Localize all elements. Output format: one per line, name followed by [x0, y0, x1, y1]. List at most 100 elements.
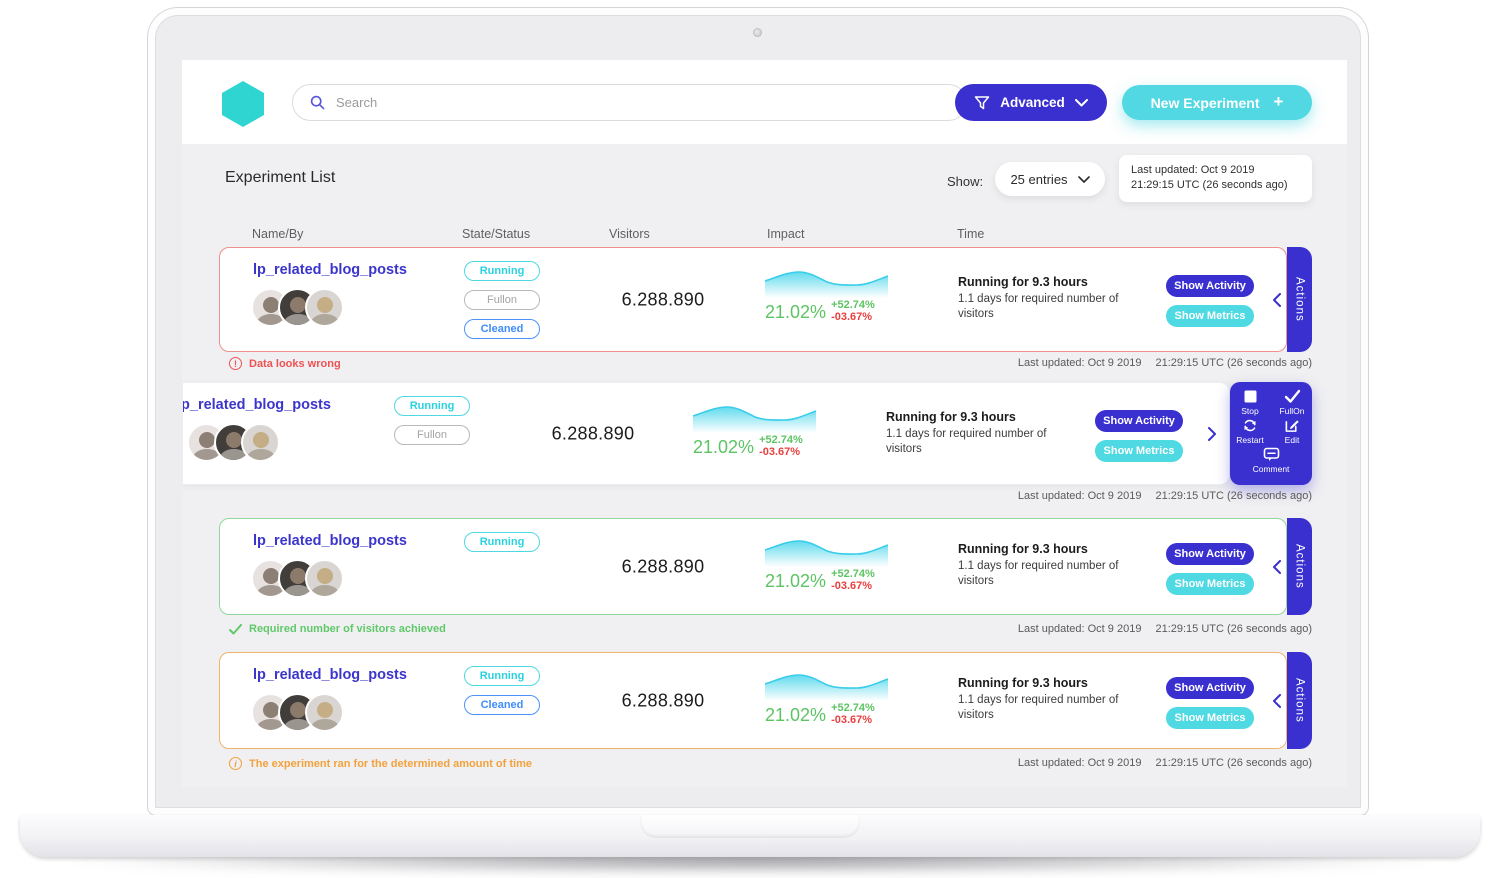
column-header-name[interactable]: Name/By: [252, 227, 303, 241]
time-primary: Running for 9.3 hours: [958, 676, 1120, 690]
chevron-right-icon[interactable]: [1205, 426, 1219, 442]
restart-action[interactable]: Restart: [1234, 418, 1266, 445]
avatar-group: [251, 559, 344, 598]
search-input[interactable]: [336, 95, 896, 110]
status-badge-running[interactable]: Running: [464, 261, 540, 281]
show-activity-button[interactable]: Show Activity: [1095, 410, 1183, 432]
global-last-updated-card: Last updated: Oct 9 2019 21:29:15 UTC (2…: [1119, 155, 1312, 202]
row-status-message: Required number of visitors achieved: [229, 623, 446, 635]
actions-tab-label: Actions: [1294, 678, 1306, 723]
actions-tab[interactable]: Actions: [1287, 518, 1312, 615]
status-badge-running[interactable]: Running: [464, 532, 540, 552]
show-activity-button[interactable]: Show Activity: [1166, 677, 1254, 699]
time-secondary: 1.1 days for required number of visitors: [958, 693, 1120, 723]
search-box[interactable]: [292, 84, 967, 121]
show-activity-button[interactable]: Show Activity: [1166, 543, 1254, 565]
avatar-group: [187, 423, 280, 462]
row-last-updated: Last updated: Oct 9 201921:29:15 UTC (26…: [1018, 357, 1312, 369]
time-block: Running for 9.3 hours 1.1 days for requi…: [958, 275, 1120, 322]
row-buttons: Show Activity Show Metrics: [1166, 543, 1254, 595]
impact-sparkline-chart: [765, 537, 888, 567]
experiment-row-expanded: lp_related_blog_posts Running Fullon 6.2…: [182, 382, 1230, 485]
impact-main-value: 21.02%: [765, 302, 826, 323]
fullon-action[interactable]: FullOn: [1276, 389, 1308, 416]
impact-down-value: -03.67%: [831, 714, 875, 726]
show-label: Show:: [947, 174, 983, 189]
chevron-down-icon: [1075, 99, 1088, 107]
restart-label: Restart: [1236, 435, 1263, 445]
row-last-updated: Last updated: Oct 9 201921:29:15 UTC (26…: [1018, 490, 1312, 502]
status-badge-running[interactable]: Running: [394, 396, 470, 416]
impact-up-value: +52.74%: [759, 434, 803, 446]
laptop-base: [20, 815, 1480, 857]
status-badges: Running Fullon Cleaned: [464, 261, 540, 339]
status-text: Data looks wrong: [249, 358, 341, 370]
status-badge-cleaned[interactable]: Cleaned: [464, 695, 540, 715]
error-icon: !: [229, 357, 242, 370]
last-updated-time: 21:29:15 UTC (26 seconds ago): [1155, 490, 1312, 502]
app-screen: Advanced New Experiment + Experiment Lis…: [182, 60, 1347, 787]
info-icon: i: [229, 757, 242, 770]
chevron-left-icon[interactable]: [1270, 559, 1284, 575]
column-header-visitors[interactable]: Visitors: [609, 227, 650, 241]
last-updated-time: 21:29:15 UTC (26 seconds ago): [1155, 623, 1312, 635]
new-experiment-button[interactable]: New Experiment +: [1122, 85, 1312, 120]
column-header-impact[interactable]: Impact: [767, 227, 805, 241]
chevron-left-icon[interactable]: [1270, 292, 1284, 308]
status-badges: Running Cleaned: [464, 666, 540, 715]
impact-up-value: +52.74%: [831, 702, 875, 714]
impact-block: 21.02% +52.74% -03.67%: [765, 268, 891, 323]
advanced-label: Advanced: [1000, 95, 1065, 110]
restart-icon: [1242, 418, 1258, 433]
status-badge-cleaned[interactable]: Cleaned: [464, 319, 540, 339]
stop-action[interactable]: Stop: [1234, 389, 1266, 416]
time-secondary: 1.1 days for required number of visitors: [958, 292, 1120, 322]
time-primary: Running for 9.3 hours: [886, 410, 1048, 424]
show-metrics-button[interactable]: Show Metrics: [1166, 305, 1254, 327]
impact-main-value: 21.02%: [765, 705, 826, 726]
chevron-down-icon: [1078, 176, 1090, 183]
impact-sparkline-chart: [765, 671, 888, 701]
impact-up-value: +52.74%: [831, 299, 875, 311]
laptop-base-notch: [640, 815, 860, 838]
experiment-name-link[interactable]: lp_related_blog_posts: [253, 533, 407, 549]
entries-dropdown[interactable]: 25 entries: [995, 162, 1105, 196]
status-badges: Running: [464, 532, 540, 552]
show-metrics-button[interactable]: Show Metrics: [1166, 707, 1254, 729]
show-metrics-button[interactable]: Show Metrics: [1166, 573, 1254, 595]
column-header-state[interactable]: State/Status: [462, 227, 530, 241]
last-updated-date: Last updated: Oct 9 2019: [1018, 357, 1142, 369]
column-header-time[interactable]: Time: [957, 227, 984, 241]
experiment-name-link[interactable]: lp_related_blog_posts: [253, 262, 407, 278]
edit-label: Edit: [1285, 435, 1300, 445]
actions-tab[interactable]: Actions: [1287, 652, 1312, 749]
advanced-filter-button[interactable]: Advanced: [955, 84, 1107, 121]
stop-icon: [1243, 389, 1258, 404]
status-badge-fullon[interactable]: Fullon: [394, 425, 470, 445]
check-icon: [229, 624, 242, 635]
status-text: The experiment ran for the determined am…: [249, 758, 532, 770]
impact-block: 21.02% +52.74% -03.67%: [693, 403, 819, 458]
show-activity-button[interactable]: Show Activity: [1166, 275, 1254, 297]
avatar[interactable]: [305, 559, 344, 598]
edit-action[interactable]: Edit: [1276, 418, 1308, 445]
show-metrics-button[interactable]: Show Metrics: [1095, 440, 1183, 462]
chevron-left-icon[interactable]: [1270, 693, 1284, 709]
experiment-name-link[interactable]: lp_related_blog_posts: [253, 667, 407, 683]
avatar[interactable]: [305, 288, 344, 327]
impact-sparkline-chart: [765, 268, 888, 298]
row-buttons: Show Activity Show Metrics: [1166, 275, 1254, 327]
status-badge-fullon[interactable]: Fullon: [464, 290, 540, 310]
avatar[interactable]: [305, 693, 344, 732]
time-block: Running for 9.3 hours 1.1 days for requi…: [958, 542, 1120, 589]
comment-action[interactable]: Comment: [1236, 447, 1306, 474]
new-experiment-label: New Experiment: [1151, 95, 1260, 111]
last-updated-line1: Last updated: Oct 9 2019: [1131, 163, 1300, 178]
status-text: Required number of visitors achieved: [249, 623, 446, 635]
status-badge-running[interactable]: Running: [464, 666, 540, 686]
actions-tab[interactable]: Actions: [1287, 247, 1312, 352]
app-logo-hexagon[interactable]: [222, 81, 264, 127]
experiment-name-link[interactable]: lp_related_blog_posts: [182, 397, 331, 413]
avatar[interactable]: [241, 423, 280, 462]
time-secondary: 1.1 days for required number of visitors: [958, 559, 1120, 589]
